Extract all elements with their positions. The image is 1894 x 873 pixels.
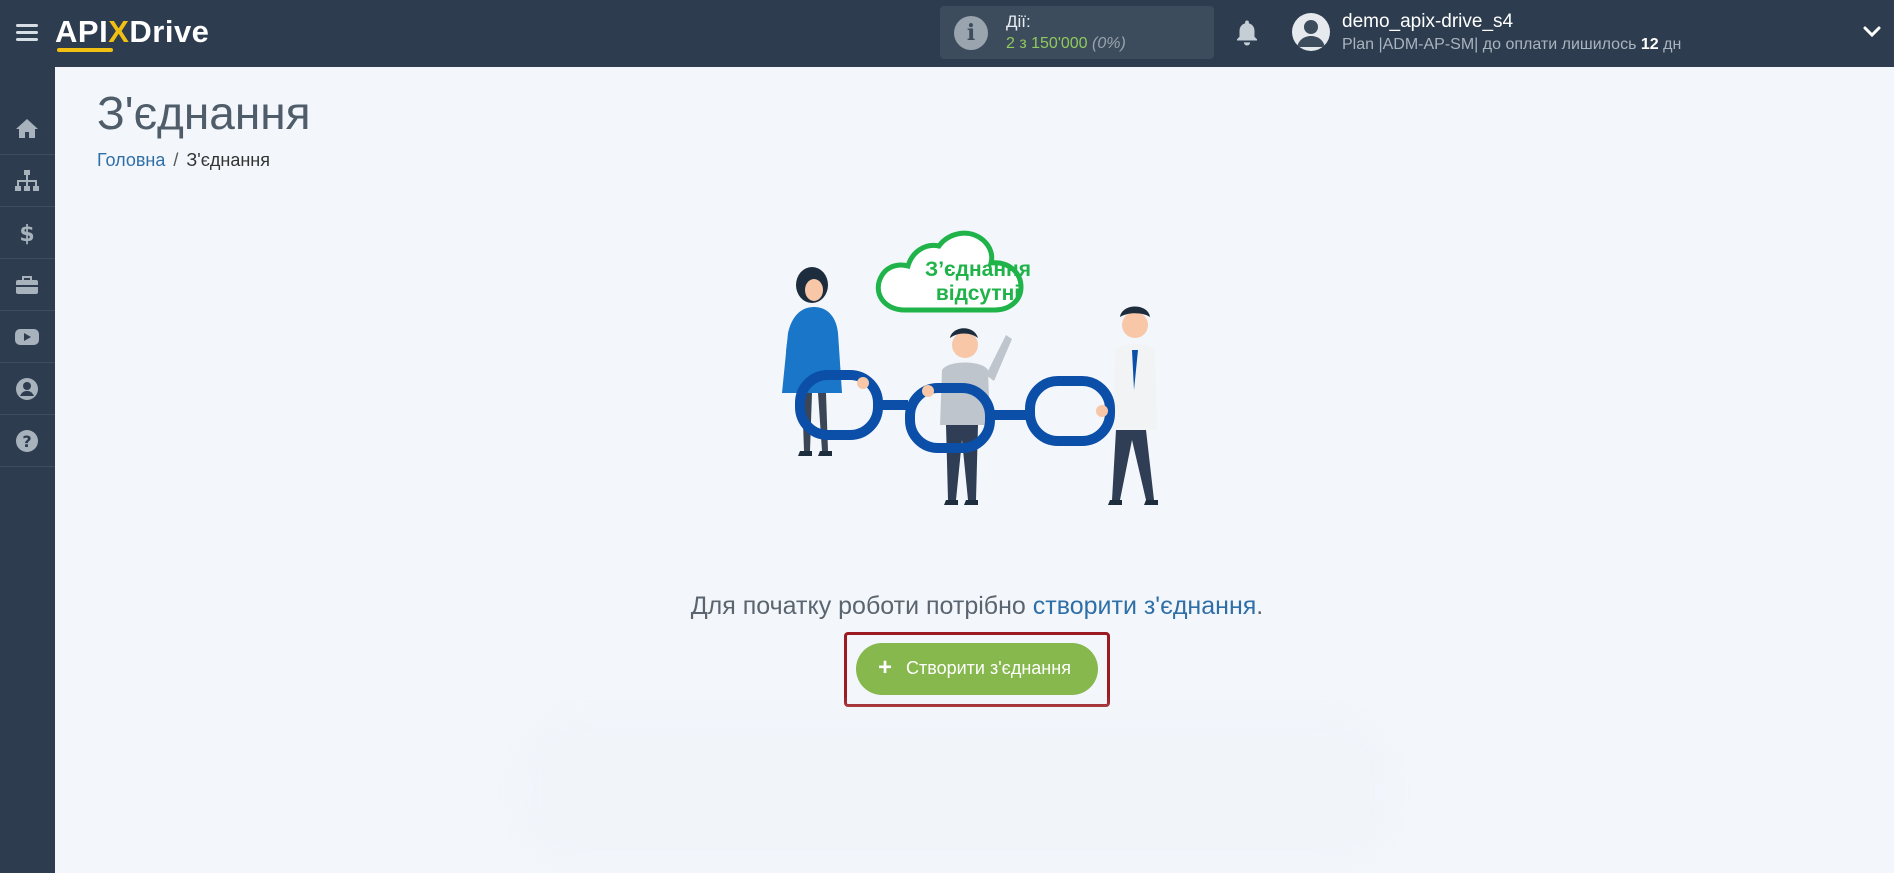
svg-text:?: ? [22,432,31,451]
actions-value: 2 з 150'000 (0%) [1006,35,1126,52]
bell-icon[interactable] [1232,18,1262,48]
actions-counter[interactable]: i Дії: 2 з 150'000 (0%) [940,6,1214,59]
briefcase-icon [16,276,38,294]
faded-background-area [520,715,1390,865]
right-man-figure [1108,306,1158,505]
sitemap-icon [15,170,39,191]
sidebar-item-help[interactable]: ? [0,415,55,467]
empty-state-message: Для початку роботи потрібно створити з'є… [690,592,1264,620]
apixdrive-logo[interactable]: APIXDrive [55,10,235,56]
info-icon: i [954,16,988,50]
cloud-text-line2: відсутні [935,282,1021,305]
breadcrumb-home-link[interactable]: Головна [97,150,165,170]
sidebar-item-billing[interactable]: $ [0,207,55,259]
menu-toggle-icon[interactable] [14,20,40,46]
breadcrumb-current: З'єднання [186,150,270,170]
youtube-icon [15,329,39,345]
sidebar-item-home[interactable] [0,103,55,155]
svg-text:$: $ [19,222,34,246]
create-connection-link[interactable]: створити з'єднання [1033,592,1257,620]
create-connection-button[interactable]: + Створити з'єднання [856,643,1098,695]
plus-icon: + [878,654,893,681]
question-circle-icon: ? [16,430,38,452]
actions-label: Дії: [1006,12,1031,31]
top-bar: APIXDrive i Дії: 2 з 150'000 (0%) demo_a… [0,0,1894,67]
sidebar-item-profile[interactable] [0,363,55,415]
user-plan: Plan |ADM-AP-SM| до оплати лишилось 12 д… [1342,36,1682,53]
sidebar-item-video[interactable] [0,311,55,363]
user-circle-icon [16,378,38,400]
create-connection-label: Створити з'єднання [906,658,1071,678]
sidebar-item-services[interactable] [0,259,55,311]
sidebar-item-connections[interactable] [0,155,55,207]
cloud-text-line1: З’єднання [925,258,1031,281]
page-title: З'єднання [97,87,311,139]
avatar[interactable] [1292,13,1330,51]
dollar-icon: $ [19,222,34,246]
home-icon [16,119,38,138]
breadcrumb: Головна / З'єднання [97,150,270,171]
logo-text: APIXDrive [55,14,210,49]
breadcrumb-separator: / [173,150,179,170]
sidebar: $ ? [0,67,55,873]
logo-underline [57,48,113,52]
user-name[interactable]: demo_apix-drive_s4 [1342,11,1513,33]
chevron-down-icon[interactable] [1862,24,1882,40]
